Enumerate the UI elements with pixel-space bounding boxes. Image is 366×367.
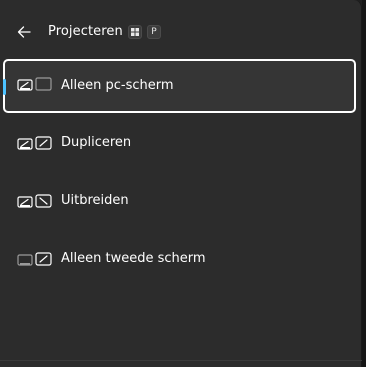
option-label: Uitbreiden	[61, 193, 129, 208]
arrow-left-icon	[17, 26, 31, 38]
option-label: Alleen pc-scherm	[61, 78, 174, 93]
project-flyout: Projecteren P Alleen pc-scherm Duplicere…	[0, 0, 362, 367]
option-duplicate[interactable]: Dupliceren	[3, 117, 356, 171]
option-label: Dupliceren	[61, 135, 132, 150]
selection-indicator	[3, 79, 6, 95]
footer-divider	[0, 360, 362, 361]
option-pc-screen-only[interactable]: Alleen pc-scherm	[3, 59, 356, 113]
flyout-header: Projecteren P	[0, 16, 361, 48]
option-second-screen-only[interactable]: Alleen tweede scherm	[3, 233, 356, 287]
shortcut-key-p: P	[147, 25, 161, 39]
pc-screen-only-icon	[17, 77, 52, 91]
shortcut-key-windows	[128, 25, 142, 39]
option-label: Alleen tweede scherm	[61, 251, 206, 266]
background-strip	[362, 0, 366, 367]
back-button[interactable]	[10, 16, 38, 48]
windows-logo-icon	[131, 28, 139, 36]
page-title: Projecteren	[48, 24, 123, 39]
second-screen-only-icon	[17, 252, 52, 266]
duplicate-icon	[17, 136, 52, 150]
option-extend[interactable]: Uitbreiden	[3, 175, 356, 229]
extend-icon	[17, 194, 52, 208]
